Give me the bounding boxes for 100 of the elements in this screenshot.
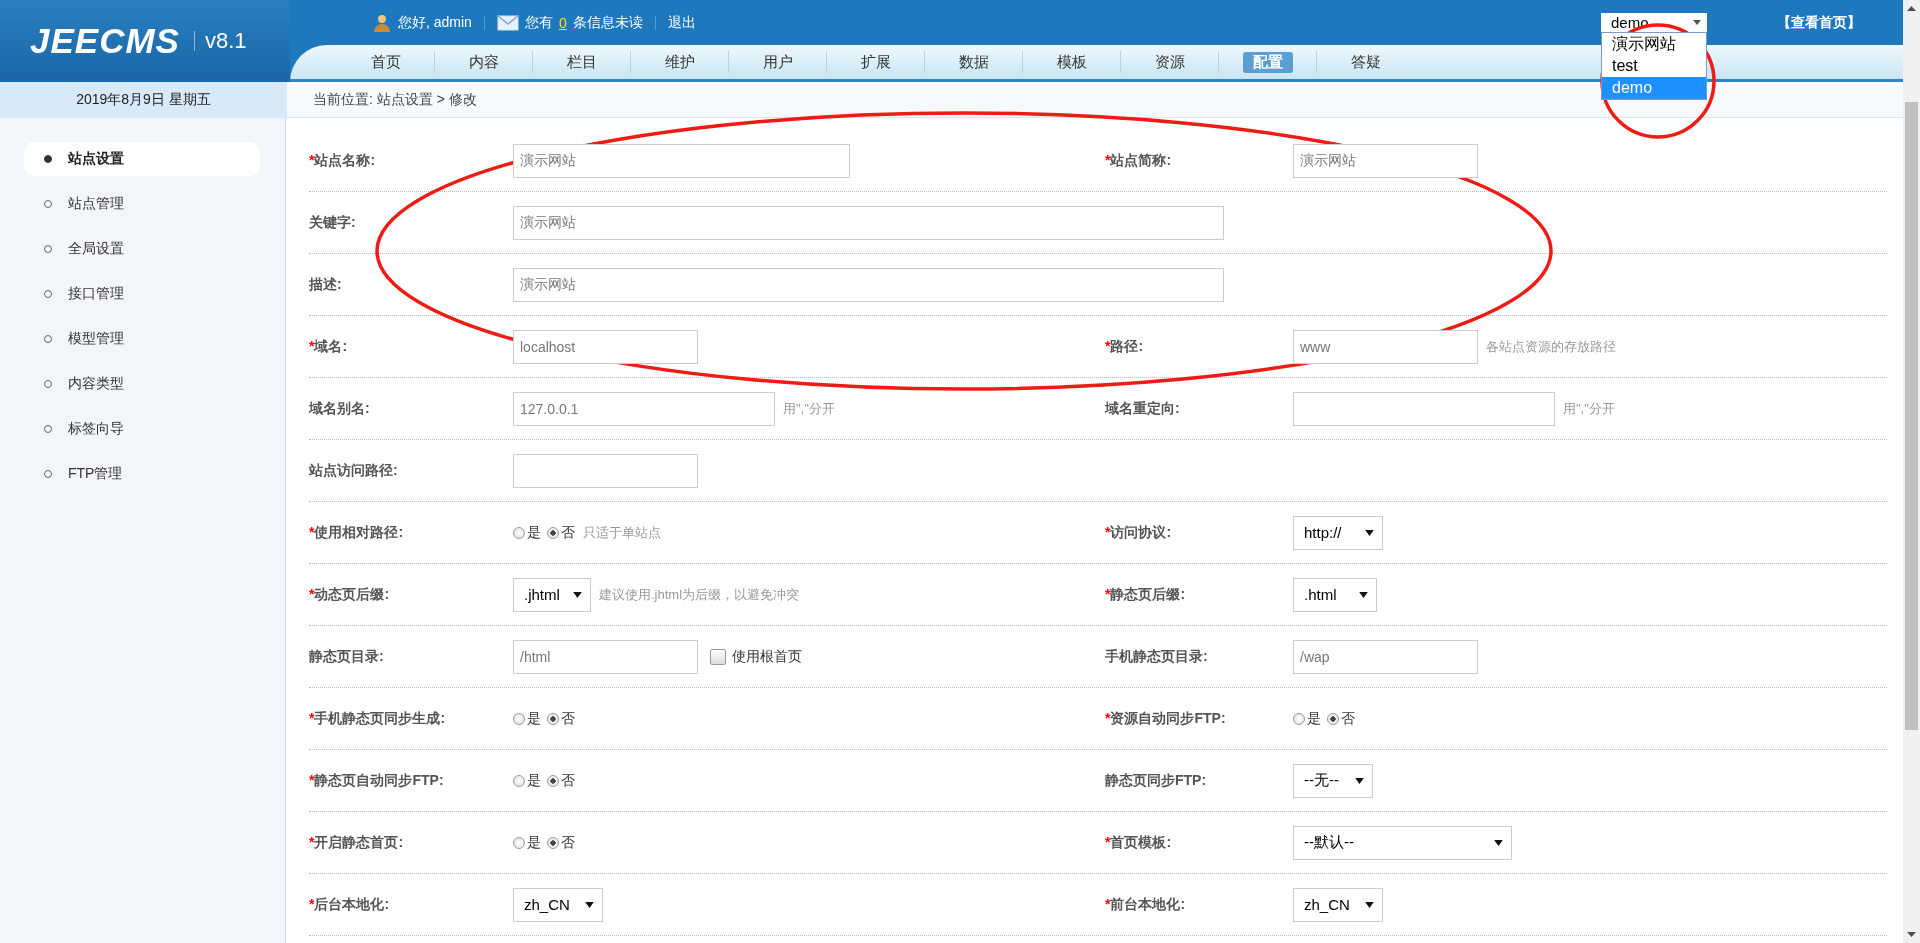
sidebar-item[interactable]: 标签向导: [24, 412, 260, 446]
radio-label: 是: [527, 833, 541, 852]
text-field[interactable]: [1293, 391, 1555, 426]
label-text: 静态页同步FTP:: [1105, 771, 1207, 788]
messages-text: 您有: [524, 13, 553, 32]
required-mark: *: [1105, 895, 1111, 912]
text-field[interactable]: 演示网站: [513, 143, 850, 178]
required-mark: *: [1105, 523, 1111, 540]
label-text: 静态页目录:: [309, 647, 384, 664]
sidebar-item[interactable]: 站点管理: [24, 187, 260, 221]
text-field[interactable]: 演示网站: [513, 267, 1224, 302]
nav-tab[interactable]: 模板: [1046, 51, 1097, 73]
text-field[interactable]: www: [1293, 329, 1478, 364]
required-mark: *: [1105, 337, 1111, 354]
select-field[interactable]: --默认--: [1293, 825, 1512, 860]
sidebar-item[interactable]: 接口管理: [24, 277, 260, 311]
logout-link[interactable]: 退出: [667, 13, 696, 32]
nav-tab[interactable]: 内容: [458, 51, 509, 73]
mail-icon: [496, 14, 519, 31]
radio-button[interactable]: [513, 836, 525, 849]
text-field[interactable]: /html: [513, 639, 698, 674]
label-text: 站点访问路径:: [309, 461, 398, 478]
select-field[interactable]: .html: [1293, 577, 1377, 612]
label-text: 路径:: [1110, 337, 1144, 354]
text-field[interactable]: 127.0.0.1: [513, 391, 775, 426]
label-text: 访问协议:: [1110, 523, 1172, 540]
radio-button[interactable]: [547, 712, 559, 725]
breadcrumb: 当前位置: 站点设置 > 修改: [313, 90, 477, 109]
label-text: 关键字:: [309, 213, 356, 230]
nav-tab[interactable]: 扩展: [850, 51, 901, 73]
message-count-link[interactable]: 0: [558, 14, 567, 31]
select-field[interactable]: zh_CN: [1293, 887, 1383, 922]
radio-label: 否: [1341, 709, 1355, 728]
text-field[interactable]: /wap: [1293, 639, 1478, 674]
required-mark: *: [309, 151, 315, 168]
label-text: 域名别名:: [309, 399, 370, 416]
label-text: 动态页后缀:: [314, 585, 390, 602]
scroll-thumb[interactable]: [1905, 102, 1918, 730]
radio-label: 否: [561, 771, 575, 790]
checkbox[interactable]: [710, 648, 726, 665]
radio-button[interactable]: [513, 712, 525, 725]
label-text: 后台本地化:: [314, 895, 390, 912]
required-mark: *: [309, 771, 315, 788]
radio-label: 是: [527, 771, 541, 790]
site-option[interactable]: test: [1602, 55, 1706, 77]
caret-icon: [1693, 20, 1701, 25]
radio-label: 是: [1307, 709, 1321, 728]
required-mark: *: [309, 895, 315, 912]
sidebar-item[interactable]: 全局设置: [24, 232, 260, 266]
select-field[interactable]: http://: [1293, 515, 1383, 550]
nav-tab[interactable]: 答疑: [1340, 51, 1391, 73]
view-home-link[interactable]: 【查看首页】: [1777, 13, 1861, 32]
label-text: 前台本地化:: [1110, 895, 1186, 912]
sidebar-item[interactable]: 模型管理: [24, 322, 260, 356]
nav-tab[interactable]: 首页: [360, 51, 411, 73]
required-mark: *: [1105, 585, 1111, 602]
caret-icon: [1359, 591, 1368, 598]
radio-button[interactable]: [513, 774, 525, 787]
text-field[interactable]: [513, 453, 698, 488]
required-mark: *: [1105, 709, 1111, 726]
nav-tab[interactable]: 用户: [752, 51, 803, 73]
radio-button[interactable]: [1327, 712, 1339, 725]
label-text: 描述:: [309, 275, 342, 292]
radio-button[interactable]: [547, 774, 559, 787]
nav-tab[interactable]: 数据: [948, 51, 999, 73]
text-field[interactable]: 演示网站: [1293, 143, 1478, 178]
nav-tab[interactable]: 资源: [1144, 51, 1195, 73]
scrollbar[interactable]: [1903, 0, 1920, 943]
caret-icon: [585, 901, 594, 908]
hint-text: 用","分开: [783, 399, 835, 418]
sidebar-item[interactable]: 站点设置: [24, 142, 260, 176]
label-text: 开启静态首页:: [314, 833, 404, 850]
required-mark: *: [309, 523, 315, 540]
required-mark: *: [1105, 833, 1111, 850]
sidebar-item[interactable]: 内容类型: [24, 367, 260, 401]
radio-label: 否: [561, 833, 575, 852]
radio-label: 否: [561, 523, 575, 542]
label-text: 站点名称:: [314, 151, 376, 168]
greeting-text: 您好, admin: [398, 13, 472, 32]
required-mark: *: [309, 833, 315, 850]
date-text: 2019年8月9日 星期五: [0, 82, 287, 118]
nav-tab[interactable]: 栏目: [556, 51, 607, 73]
select-field[interactable]: .jhtml: [513, 577, 591, 612]
select-field[interactable]: --无--: [1293, 763, 1373, 798]
caret-icon: [573, 591, 582, 598]
radio-button[interactable]: [513, 526, 525, 539]
radio-button[interactable]: [547, 836, 559, 849]
version-text: v8.1: [193, 31, 247, 51]
sidebar-item[interactable]: FTP管理: [24, 457, 260, 491]
caret-icon: [1494, 839, 1503, 846]
required-mark: *: [309, 337, 315, 354]
text-field[interactable]: localhost: [513, 329, 698, 364]
text-field[interactable]: 演示网站: [513, 205, 1224, 240]
radio-button[interactable]: [1293, 712, 1305, 725]
radio-button[interactable]: [547, 526, 559, 539]
radio-label: 是: [527, 709, 541, 728]
select-field[interactable]: zh_CN: [513, 887, 603, 922]
site-option[interactable]: 演示网站: [1602, 33, 1706, 55]
label-text: 静态页自动同步FTP:: [314, 771, 444, 788]
nav-tab[interactable]: 维护: [654, 51, 705, 73]
